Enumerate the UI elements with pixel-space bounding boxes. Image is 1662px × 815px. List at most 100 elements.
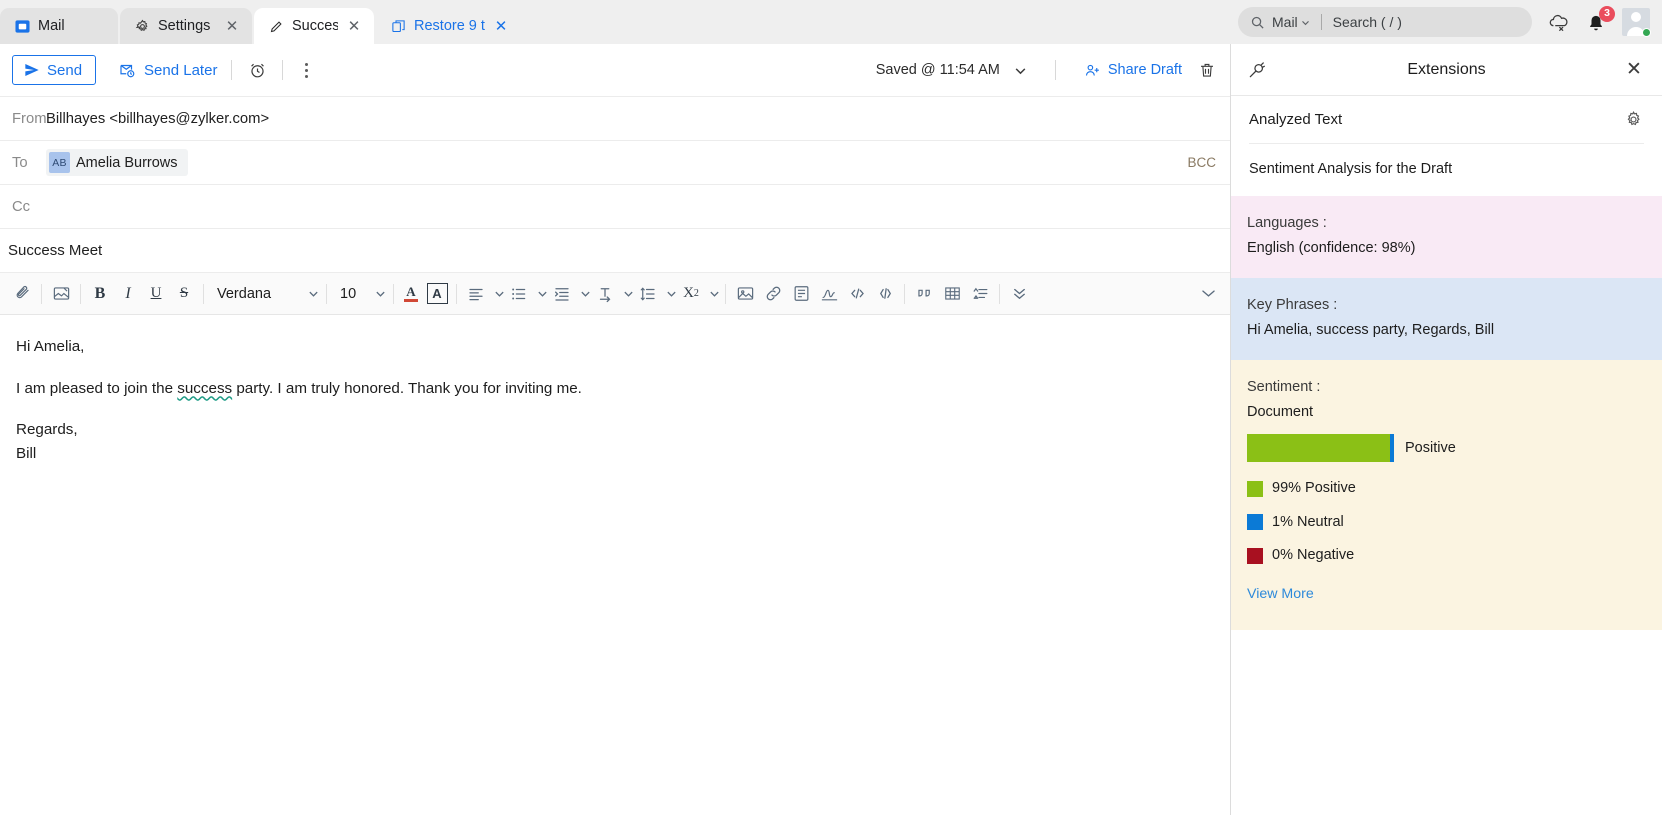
superscript-icon[interactable]: X2 [677, 280, 705, 308]
legend-label: 1% Neutral [1272, 513, 1344, 530]
analysis-subtitle: Sentiment Analysis for the Draft [1249, 161, 1453, 177]
divider [326, 283, 327, 304]
sentiment-bar-positive [1247, 434, 1390, 463]
code-icon[interactable] [843, 280, 871, 308]
blockquote-icon[interactable] [910, 280, 938, 308]
line-spacing-icon[interactable] [634, 280, 662, 308]
browser-tab-mail[interactable]: Mail [0, 8, 118, 44]
font-family-select[interactable]: Verdana [209, 280, 321, 308]
plug-icon[interactable] [1247, 60, 1271, 80]
notification-bell-icon[interactable]: 3 [1584, 6, 1615, 34]
cc-label: Cc [12, 198, 31, 215]
bold-icon[interactable]: B [86, 280, 114, 308]
view-more-link[interactable]: View More [1247, 582, 1314, 607]
close-icon[interactable]: ✕ [493, 18, 509, 34]
collapse-toolbar-icon[interactable] [1194, 280, 1222, 308]
sentiment-bar-row: Positive [1247, 434, 1646, 463]
avatar-head [1631, 12, 1641, 22]
signature-icon[interactable] [815, 280, 843, 308]
insert-picture-icon[interactable] [731, 280, 759, 308]
more-options-icon[interactable] [1005, 280, 1033, 308]
table-icon[interactable] [938, 280, 966, 308]
from-field[interactable]: From Billhayes <billhayes@zylker.com> [0, 96, 1230, 140]
send-later-button[interactable]: Send Later [118, 61, 217, 79]
divider [393, 283, 394, 304]
close-icon[interactable]: ✕ [346, 18, 362, 34]
chevron-down-icon[interactable] [494, 288, 505, 299]
browser-tab-success-meet[interactable]: Success M ✕ [254, 8, 374, 44]
browser-tab-restore[interactable]: Restore 9 tabs ✕ [376, 8, 521, 44]
browser-tab-label: Settings [158, 18, 211, 34]
divider [999, 283, 1000, 304]
code-block-icon[interactable] [871, 280, 899, 308]
chevron-down-icon [1301, 20, 1309, 25]
insert-image-icon[interactable] [47, 280, 75, 308]
cloud-off-icon[interactable] [1546, 10, 1570, 34]
align-icon[interactable] [462, 280, 490, 308]
misspelled-word[interactable]: success [177, 380, 232, 397]
bullet-list-group[interactable] [505, 280, 548, 308]
restore-tabs-icon [390, 18, 406, 34]
chevron-down-icon[interactable] [709, 288, 720, 299]
to-field[interactable]: To AB Amelia Burrows BCC [0, 140, 1230, 184]
chevron-down-icon[interactable] [537, 288, 548, 299]
body-signoff: Regards, [16, 421, 78, 439]
body-paragraph: I am pleased to join the success party. … [16, 377, 1214, 401]
clear-formatting-icon[interactable] [966, 280, 994, 308]
font-family-value: Verdana [217, 285, 272, 302]
bullet-list-icon[interactable] [505, 280, 533, 308]
chevron-down-icon[interactable] [580, 288, 591, 299]
bcc-toggle[interactable]: BCC [1187, 155, 1216, 170]
divider [203, 283, 204, 304]
superscript-group[interactable]: X2 [677, 280, 720, 308]
email-body-editor[interactable]: Hi Amelia, I am pleased to join the succ… [0, 315, 1230, 503]
share-draft-label: Share Draft [1107, 62, 1182, 78]
share-person-icon [1084, 62, 1101, 79]
text-direction-icon[interactable] [591, 280, 619, 308]
indent-group[interactable] [548, 280, 591, 308]
line-spacing-group[interactable] [634, 280, 677, 308]
alarm-clock-icon[interactable] [246, 59, 268, 81]
recipient-chip[interactable]: AB Amelia Burrows [46, 149, 188, 176]
cc-field[interactable]: Cc [0, 184, 1230, 228]
font-size-select[interactable]: 10 [332, 280, 388, 308]
browser-tab-settings[interactable]: Settings ✕ [120, 8, 252, 44]
share-draft-button[interactable]: Share Draft [1084, 62, 1182, 79]
close-icon[interactable]: ✕ [1622, 58, 1646, 81]
trash-icon[interactable] [1196, 59, 1218, 81]
from-value: Billhayes <billhayes@zylker.com> [46, 110, 270, 127]
divider [725, 283, 726, 304]
italic-icon[interactable]: I [114, 280, 142, 308]
subject-input[interactable]: Success Meet [0, 228, 1230, 273]
strikethrough-icon[interactable]: S [170, 280, 198, 308]
kebab-menu-icon[interactable] [297, 59, 315, 81]
attach-icon[interactable] [8, 280, 36, 308]
avatar[interactable] [1622, 8, 1651, 37]
languages-value: English (confidence: 98%) [1247, 240, 1416, 257]
highlight-color-icon[interactable]: A [423, 280, 451, 308]
browser-tab-label: Success M [292, 18, 338, 34]
send-later-label: Send Later [144, 61, 218, 79]
search-scope[interactable]: Mail [1272, 14, 1310, 30]
chevron-down-icon [375, 288, 386, 299]
divider [1320, 14, 1322, 30]
chevron-down-icon[interactable] [1014, 64, 1027, 77]
font-color-icon[interactable]: A [399, 280, 423, 308]
chevron-down-icon[interactable] [623, 288, 634, 299]
indent-icon[interactable] [548, 280, 576, 308]
key-phrases-card: Key Phrases : Hi Amelia, success party, … [1231, 277, 1662, 360]
notification-badge: 3 [1599, 6, 1615, 22]
chevron-down-icon[interactable] [666, 288, 677, 299]
close-icon[interactable]: ✕ [224, 18, 240, 34]
extensions-header: Extensions ✕ [1231, 44, 1662, 96]
divider [1054, 60, 1056, 80]
insert-table-template-icon[interactable] [787, 280, 815, 308]
underline-icon[interactable]: U [142, 280, 170, 308]
mail-icon [14, 18, 30, 34]
align-group[interactable] [462, 280, 505, 308]
send-button[interactable]: Send [12, 55, 97, 85]
insert-link-icon[interactable] [759, 280, 787, 308]
gear-icon[interactable] [1622, 109, 1644, 131]
text-direction-group[interactable] [591, 280, 634, 308]
search-input[interactable]: Mail Search ( / ) [1238, 7, 1532, 37]
